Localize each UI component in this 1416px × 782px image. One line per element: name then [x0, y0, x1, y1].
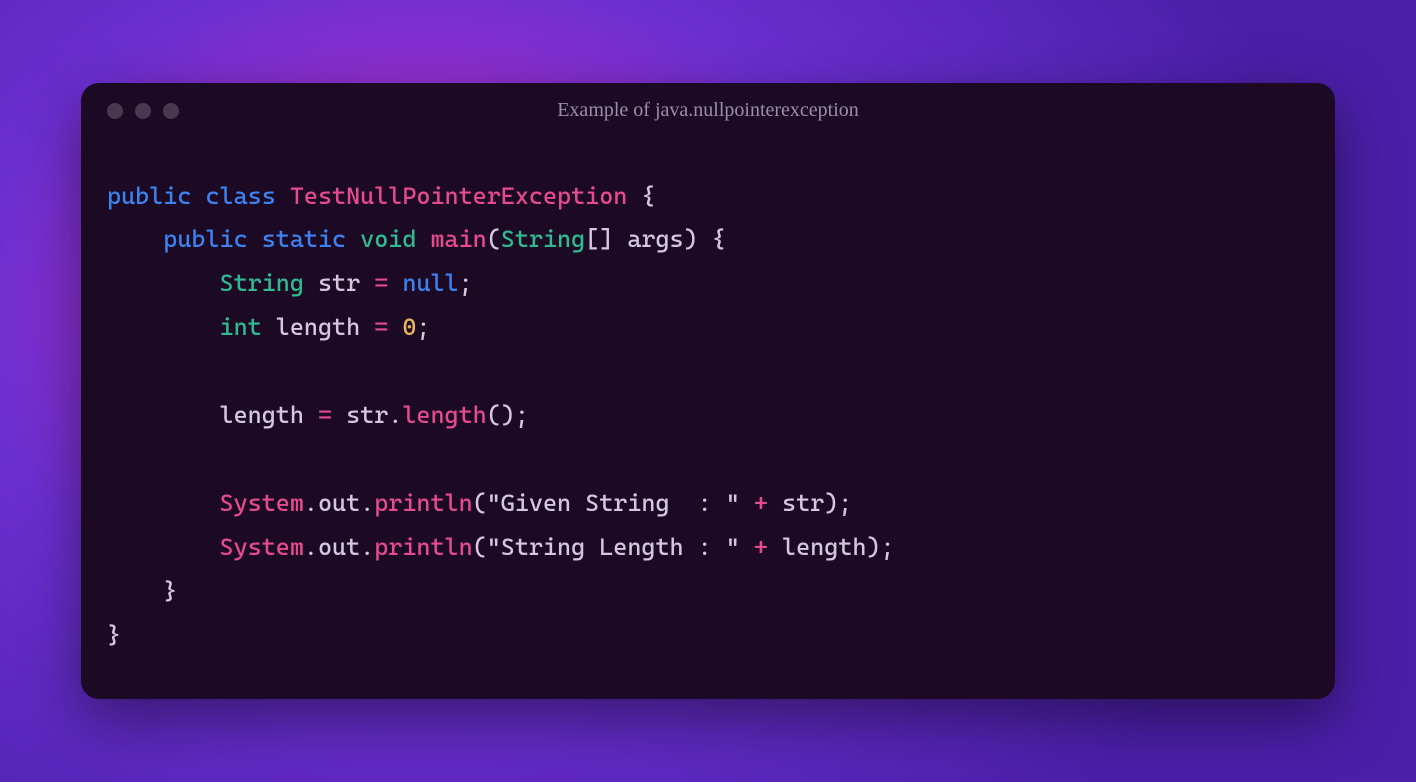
- code-token-punc: ();: [487, 401, 529, 429]
- close-icon[interactable]: [107, 103, 123, 119]
- code-token-punc: []: [585, 225, 627, 253]
- code-token-punc: [360, 313, 374, 341]
- code-token-punc: (: [473, 489, 487, 517]
- code-token-op: =: [374, 269, 388, 297]
- code-token-var: length: [276, 313, 360, 341]
- code-token-var: args: [627, 225, 683, 253]
- code-token-var: str: [782, 489, 824, 517]
- code-token-punc: }: [107, 621, 121, 649]
- code-line: }: [107, 614, 1309, 658]
- window-title: Example of java.nullpointerexception: [81, 99, 1335, 122]
- code-token-punc: [768, 489, 782, 517]
- code-line: System.out.println("String Length : " + …: [107, 526, 1309, 570]
- code-token-punc: [740, 489, 754, 517]
- code-token-type: String: [501, 225, 585, 253]
- code-token-punc: [360, 269, 374, 297]
- code-content: public class TestNullPointerException { …: [81, 127, 1335, 700]
- code-token-punc: );: [866, 533, 894, 561]
- code-token-punc: [107, 533, 220, 561]
- code-token-var: out: [318, 533, 360, 561]
- code-token-punc: .: [304, 489, 318, 517]
- code-token-punc: }: [107, 577, 177, 605]
- code-token-punc: [346, 225, 360, 253]
- code-token-typeN: System: [220, 533, 304, 561]
- code-line: }: [107, 570, 1309, 614]
- code-token-punc: ) {: [684, 225, 726, 253]
- code-token-type: String: [220, 269, 304, 297]
- code-line: public class TestNullPointerException {: [107, 175, 1309, 219]
- code-token-punc: [332, 401, 346, 429]
- code-token-fn: println: [374, 489, 472, 517]
- code-token-num: 0: [402, 313, 416, 341]
- code-token-str: "Given String : ": [487, 489, 740, 517]
- code-token-typeN: System: [220, 489, 304, 517]
- window-titlebar: Example of java.nullpointerexception: [81, 83, 1335, 127]
- code-token-punc: [388, 313, 402, 341]
- code-token-punc: ;: [416, 313, 430, 341]
- code-token-kw: public: [107, 182, 191, 210]
- code-token-punc: [107, 489, 220, 517]
- code-token-punc: [248, 225, 262, 253]
- code-token-punc: .: [388, 401, 402, 429]
- code-line: public static void main(String[] args) {: [107, 218, 1309, 262]
- code-token-null: null: [402, 269, 458, 297]
- code-token-punc: [388, 269, 402, 297]
- code-token-fn: println: [374, 533, 472, 561]
- code-token-punc: [107, 225, 163, 253]
- code-token-punc: .: [304, 533, 318, 561]
- code-token-punc: [262, 313, 276, 341]
- code-token-var: str: [346, 401, 388, 429]
- maximize-icon[interactable]: [163, 103, 179, 119]
- code-line: int length = 0;: [107, 306, 1309, 350]
- code-token-punc: [304, 401, 318, 429]
- window-controls: [107, 103, 179, 119]
- code-token-punc: [191, 182, 205, 210]
- code-line: [107, 350, 1309, 394]
- code-token-op: =: [318, 401, 332, 429]
- code-token-var: str: [318, 269, 360, 297]
- code-line: String str = null;: [107, 262, 1309, 306]
- code-window: Example of java.nullpointerexception pub…: [81, 83, 1335, 700]
- code-token-kw: static: [262, 225, 346, 253]
- code-token-kw: public: [163, 225, 247, 253]
- code-token-punc: (: [473, 533, 487, 561]
- code-token-punc: (: [487, 225, 501, 253]
- code-token-punc: .: [360, 489, 374, 517]
- code-token-op: =: [374, 313, 388, 341]
- code-line: length = str.length();: [107, 394, 1309, 438]
- code-token-var: length: [220, 401, 304, 429]
- code-token-punc: {: [627, 182, 655, 210]
- code-token-punc: .: [360, 533, 374, 561]
- code-token-punc: [107, 313, 220, 341]
- code-token-typeN: TestNullPointerException: [290, 182, 628, 210]
- code-token-var: length: [782, 533, 866, 561]
- code-token-punc: );: [824, 489, 852, 517]
- code-line: [107, 438, 1309, 482]
- code-token-class: class: [205, 182, 275, 210]
- code-line: System.out.println("Given String : " + s…: [107, 482, 1309, 526]
- minimize-icon[interactable]: [135, 103, 151, 119]
- code-token-punc: [107, 269, 220, 297]
- code-token-type: int: [220, 313, 262, 341]
- code-token-punc: [740, 533, 754, 561]
- code-token-type: void: [360, 225, 416, 253]
- code-token-op: +: [754, 533, 768, 561]
- code-token-str: "String Length : ": [487, 533, 740, 561]
- code-token-punc: [768, 533, 782, 561]
- code-token-op: +: [754, 489, 768, 517]
- code-token-punc: [304, 269, 318, 297]
- code-token-punc: [416, 225, 430, 253]
- code-token-punc: [276, 182, 290, 210]
- code-token-punc: [107, 401, 220, 429]
- code-token-var: out: [318, 489, 360, 517]
- code-token-punc: ;: [459, 269, 473, 297]
- code-token-fn: length: [402, 401, 486, 429]
- code-token-fn: main: [430, 225, 486, 253]
